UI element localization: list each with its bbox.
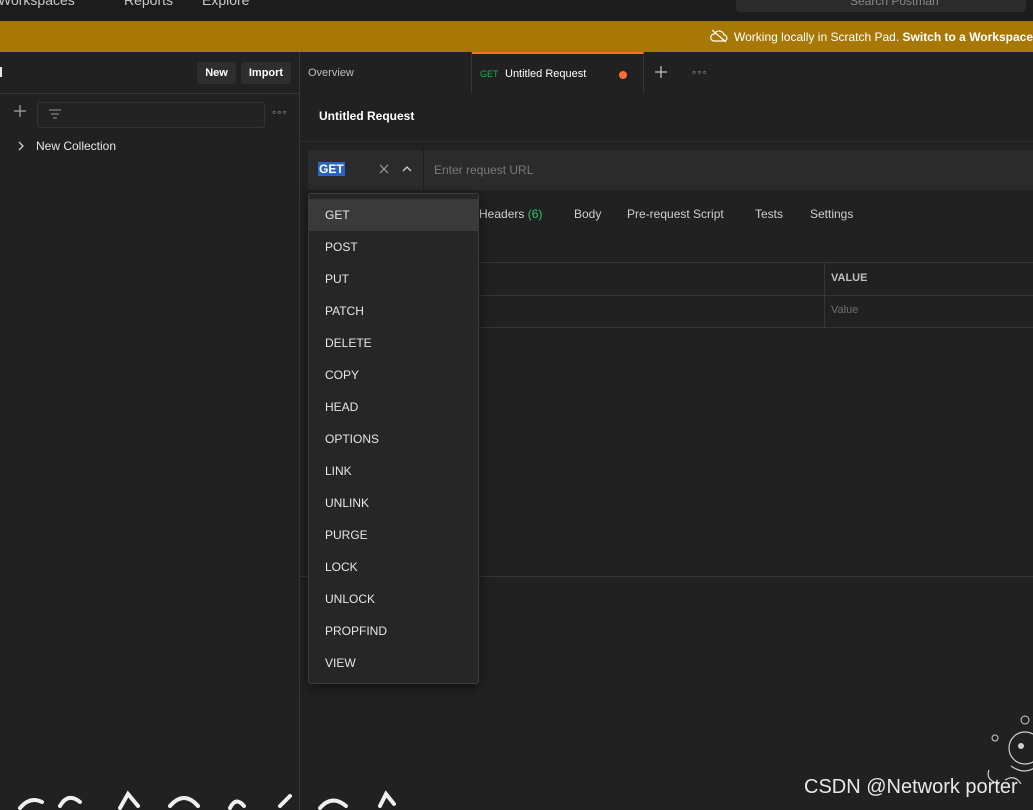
switch-workspace-link[interactable]: Switch to a Workspace (903, 30, 1033, 44)
method-select[interactable]: GET (308, 150, 424, 190)
unsaved-dot-icon[interactable] (619, 71, 627, 79)
sidebar: New Import ◦◦◦ New Collection (0, 52, 300, 810)
collection-item[interactable]: New Collection (0, 136, 298, 158)
tab-headers-label: Headers (479, 207, 525, 221)
collection-name: New Collection (36, 139, 117, 153)
plus-icon[interactable] (13, 104, 27, 118)
method-option-propfind[interactable]: PROPFIND (309, 615, 478, 647)
tab-settings[interactable]: Settings (810, 207, 853, 221)
tab-method: GET (480, 69, 499, 79)
banner-text: Working locally in Scratch Pad. (734, 30, 903, 44)
method-option-label: PATCH (325, 304, 364, 318)
table-border (470, 327, 1033, 328)
sidebar-header: New Import (0, 52, 299, 94)
tab-headers[interactable]: Headers (6) (479, 207, 542, 221)
chevron-up-icon[interactable] (402, 165, 412, 173)
watermark-text: CSDN @Network porter (804, 776, 1018, 798)
method-option-lock[interactable]: LOCK (309, 551, 478, 583)
method-option-post[interactable]: POST (309, 231, 478, 263)
top-bar: Workspaces Reports Explore Search Postma… (0, 0, 1033, 21)
tab-body[interactable]: Body (574, 207, 601, 221)
method-option-patch[interactable]: PATCH (309, 295, 478, 327)
cloud-off-icon (710, 29, 728, 43)
method-option-label: VIEW (325, 656, 356, 670)
brush-stroke-decoration (18, 790, 396, 810)
tab-overview-label: Overview (308, 67, 354, 79)
filter-input[interactable] (37, 102, 265, 128)
method-selected-text[interactable]: GET (318, 162, 345, 176)
method-option-label: LOCK (325, 560, 358, 574)
url-input[interactable]: Enter request URL (434, 163, 533, 177)
method-dropdown-menu: GET POST PUT PATCH DELETE COPY HEAD OPTI… (308, 193, 479, 684)
more-options-icon[interactable]: ◦◦◦ (272, 105, 288, 119)
method-option-label: DELETE (325, 336, 372, 350)
method-option-link[interactable]: LINK (309, 455, 478, 487)
method-option-head[interactable]: HEAD (309, 391, 478, 423)
method-option-options[interactable]: OPTIONS (309, 423, 478, 455)
headers-count-badge: (6) (527, 207, 543, 221)
method-option-view[interactable]: VIEW (309, 647, 478, 679)
new-tab-plus-icon[interactable] (654, 65, 668, 79)
tab-untitled-request[interactable]: GET Untitled Request (472, 52, 644, 94)
method-option-unlink[interactable]: UNLINK (309, 487, 478, 519)
table-divider (824, 262, 825, 328)
method-option-label: UNLINK (325, 496, 370, 510)
request-title[interactable]: Untitled Request (319, 109, 414, 123)
tab-prerequest-script[interactable]: Pre-request Script (627, 207, 724, 221)
method-option-get[interactable]: GET (309, 199, 478, 231)
method-option-label: LINK (325, 464, 352, 478)
clear-icon[interactable] (378, 163, 390, 175)
request-tabs: Overview GET Untitled Request ◦◦◦ (300, 52, 1033, 94)
method-option-label: COPY (325, 368, 360, 382)
method-option-label: OPTIONS (325, 432, 380, 446)
url-bar: GET Enter request URL (308, 150, 1033, 190)
method-option-label: UNLOCK (325, 592, 376, 606)
method-option-label: POST (325, 240, 358, 254)
divider (300, 141, 1033, 142)
method-option-purge[interactable]: PURGE (309, 519, 478, 551)
tab-more-icon[interactable]: ◦◦◦ (692, 65, 708, 79)
method-option-label: GET (325, 208, 350, 222)
search-placeholder: Search Postman (850, 0, 939, 8)
tab-tests[interactable]: Tests (755, 207, 783, 221)
method-option-unlock[interactable]: UNLOCK (309, 583, 478, 615)
method-option-copy[interactable]: COPY (309, 359, 478, 391)
table-border (470, 262, 1033, 263)
method-option-label: PROPFIND (325, 624, 388, 638)
nav-workspaces[interactable]: Workspaces (0, 0, 75, 8)
sidebar-tools: ◦◦◦ (0, 94, 299, 130)
chevron-right-icon[interactable] (16, 140, 26, 152)
filter-icon (49, 109, 61, 119)
method-option-label: PURGE (325, 528, 368, 542)
scratch-pad-banner: Working locally in Scratch Pad. Switch t… (0, 21, 1033, 52)
method-option-label: PUT (325, 272, 349, 286)
new-button[interactable]: New (197, 62, 236, 84)
sidebar-title-mark (0, 67, 2, 77)
nav-reports[interactable]: Reports (124, 0, 173, 8)
search-input[interactable]: Search Postman (736, 0, 1026, 12)
import-button[interactable]: Import (241, 62, 291, 84)
tab-overview[interactable]: Overview (300, 52, 472, 93)
method-option-put[interactable]: PUT (309, 263, 478, 295)
value-input[interactable]: Value (831, 304, 858, 316)
table-border (470, 295, 1033, 296)
method-option-label: HEAD (325, 400, 359, 414)
tab-title: Untitled Request (505, 68, 587, 80)
column-header-value: VALUE (831, 272, 868, 284)
method-option-delete[interactable]: DELETE (309, 327, 478, 359)
nav-explore[interactable]: Explore (202, 0, 249, 8)
